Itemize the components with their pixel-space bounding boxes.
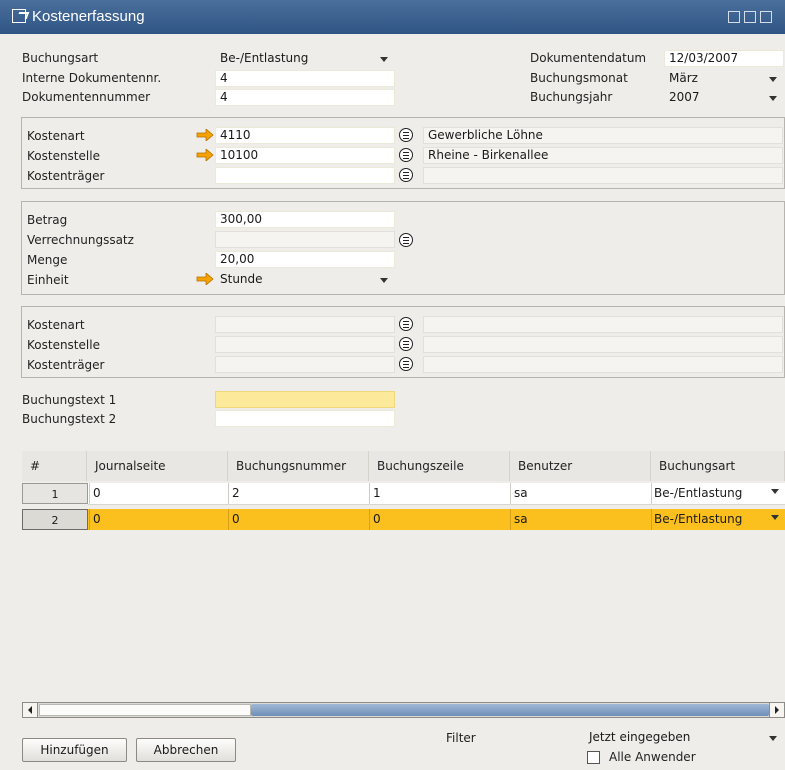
minimize-icon[interactable]	[728, 11, 740, 23]
scroll-track-left	[39, 704, 251, 716]
kostenstelle-field[interactable]: 10100	[215, 147, 395, 164]
add-button[interactable]: Hinzufügen	[22, 738, 127, 762]
dokumentendatum-label: Dokumentendatum	[530, 51, 647, 65]
list-icon[interactable]	[399, 168, 413, 182]
buchungsjahr-select[interactable]: 2007	[664, 89, 784, 106]
scroll-thumb[interactable]	[251, 704, 769, 716]
buchungstext2-field[interactable]	[215, 410, 395, 427]
list-icon[interactable]	[399, 128, 413, 142]
buchungsmonat-select[interactable]: März	[664, 70, 784, 87]
menge-field[interactable]: 20,00	[215, 251, 395, 268]
einheit-label: Einheit	[27, 273, 69, 287]
scroll-left-icon[interactable]	[23, 703, 38, 717]
interne-dokumentennr-label: Interne Dokumentennr.	[22, 71, 162, 85]
row-number[interactable]: 1	[22, 483, 88, 504]
buchungsart-cell[interactable]: Be-/Entlastung	[651, 483, 785, 504]
kostenerfassung-window: Kostenerfassung Buchungsart Be-/Entlastu…	[0, 0, 785, 770]
window-title: Kostenerfassung	[32, 8, 145, 25]
kostenstelle-label-2: Kostenstelle	[27, 338, 100, 352]
column-header-number[interactable]: #	[22, 451, 87, 481]
buchungsnummer-cell[interactable]: 2	[228, 483, 369, 504]
kostenart-description: Gewerbliche Löhne	[423, 127, 783, 144]
list-icon[interactable]	[399, 148, 413, 162]
maximize-icon[interactable]	[744, 11, 756, 23]
buchungsart-cell[interactable]: Be-/Entlastung	[651, 509, 785, 530]
row-number[interactable]: 2	[22, 509, 88, 530]
kostenart-field[interactable]: 4110	[215, 127, 395, 144]
title-bar: Kostenerfassung	[0, 0, 785, 34]
link-arrow-icon[interactable]	[196, 149, 214, 161]
buchungszeile-cell[interactable]: 1	[369, 483, 510, 504]
kostentraeger-field-2	[215, 356, 395, 373]
kostentraeger-description-2	[423, 356, 783, 373]
benutzer-cell[interactable]: sa	[510, 509, 651, 530]
buchungstext2-label: Buchungstext 2	[22, 412, 117, 426]
benutzer-cell[interactable]: sa	[510, 483, 651, 504]
window-icon	[12, 9, 26, 23]
journalseite-cell[interactable]: 0	[89, 509, 228, 530]
kostenart-description-2	[423, 316, 783, 333]
kostenstelle-field-2	[215, 336, 395, 353]
kostenart-field-2	[215, 316, 395, 333]
column-header-journalseite[interactable]: Journalseite	[87, 451, 228, 481]
all-users-label: Alle Anwender	[609, 750, 696, 764]
buchungsnummer-cell[interactable]: 0	[228, 509, 369, 530]
verrechnungssatz-field	[215, 231, 395, 248]
filter-select[interactable]: Jetzt eingegeben	[584, 729, 784, 746]
dokumentendatum-field[interactable]: 12/03/2007	[664, 50, 784, 67]
betrag-field[interactable]: 300,00	[215, 211, 395, 228]
list-icon[interactable]	[399, 317, 413, 331]
kostenstelle-label: Kostenstelle	[27, 149, 100, 163]
journalseite-cell[interactable]: 0	[89, 483, 228, 504]
kostentraeger-field[interactable]	[215, 167, 395, 184]
betrag-label: Betrag	[27, 213, 68, 227]
filter-label: Filter	[446, 731, 476, 745]
cancel-button[interactable]: Abbrechen	[136, 738, 236, 762]
amount-group	[21, 201, 785, 295]
kostentraeger-label-2: Kostenträger	[27, 358, 105, 372]
buchungsart-label: Buchungsart	[22, 51, 99, 65]
kostenstelle-description: Rheine - Birkenallee	[423, 147, 783, 164]
all-users-checkbox[interactable]	[587, 751, 600, 764]
link-arrow-icon[interactable]	[196, 273, 214, 285]
link-arrow-icon[interactable]	[196, 129, 214, 141]
list-icon[interactable]	[399, 337, 413, 351]
list-icon[interactable]	[399, 233, 413, 247]
dokumentennummer-field[interactable]: 4	[215, 89, 395, 106]
buchungsart-select[interactable]: Be-/Entlastung	[215, 50, 395, 67]
buchungsjahr-label: Buchungsjahr	[530, 90, 613, 104]
einheit-select[interactable]: Stunde	[215, 271, 395, 288]
horizontal-scrollbar[interactable]	[22, 702, 785, 718]
kostentraeger-description	[423, 167, 783, 184]
column-header-benutzer[interactable]: Benutzer	[510, 451, 651, 481]
buchungszeile-cell[interactable]: 0	[369, 509, 510, 530]
list-icon[interactable]	[399, 357, 413, 371]
buchungstext1-label: Buchungstext 1	[22, 393, 117, 407]
verrechnungssatz-label: Verrechnungssatz	[27, 233, 134, 247]
kostenart-label-2: Kostenart	[27, 318, 85, 332]
column-header-buchungszeile[interactable]: Buchungszeile	[369, 451, 510, 481]
column-header-buchungsart[interactable]: Buchungsart	[651, 451, 785, 481]
menge-label: Menge	[27, 253, 68, 267]
scroll-right-icon[interactable]	[769, 703, 784, 717]
kostenart-label: Kostenart	[27, 129, 85, 143]
close-icon[interactable]	[760, 11, 772, 23]
kostentraeger-label: Kostenträger	[27, 169, 105, 183]
interne-dokumentennr-field[interactable]: 4	[215, 70, 395, 87]
kostenstelle-description-2	[423, 336, 783, 353]
dokumentennummer-label: Dokumentennummer	[22, 90, 151, 104]
buchungsmonat-label: Buchungsmonat	[530, 71, 628, 85]
column-header-buchungsnummer[interactable]: Buchungsnummer	[228, 451, 369, 481]
buchungstext1-field[interactable]	[215, 391, 395, 408]
